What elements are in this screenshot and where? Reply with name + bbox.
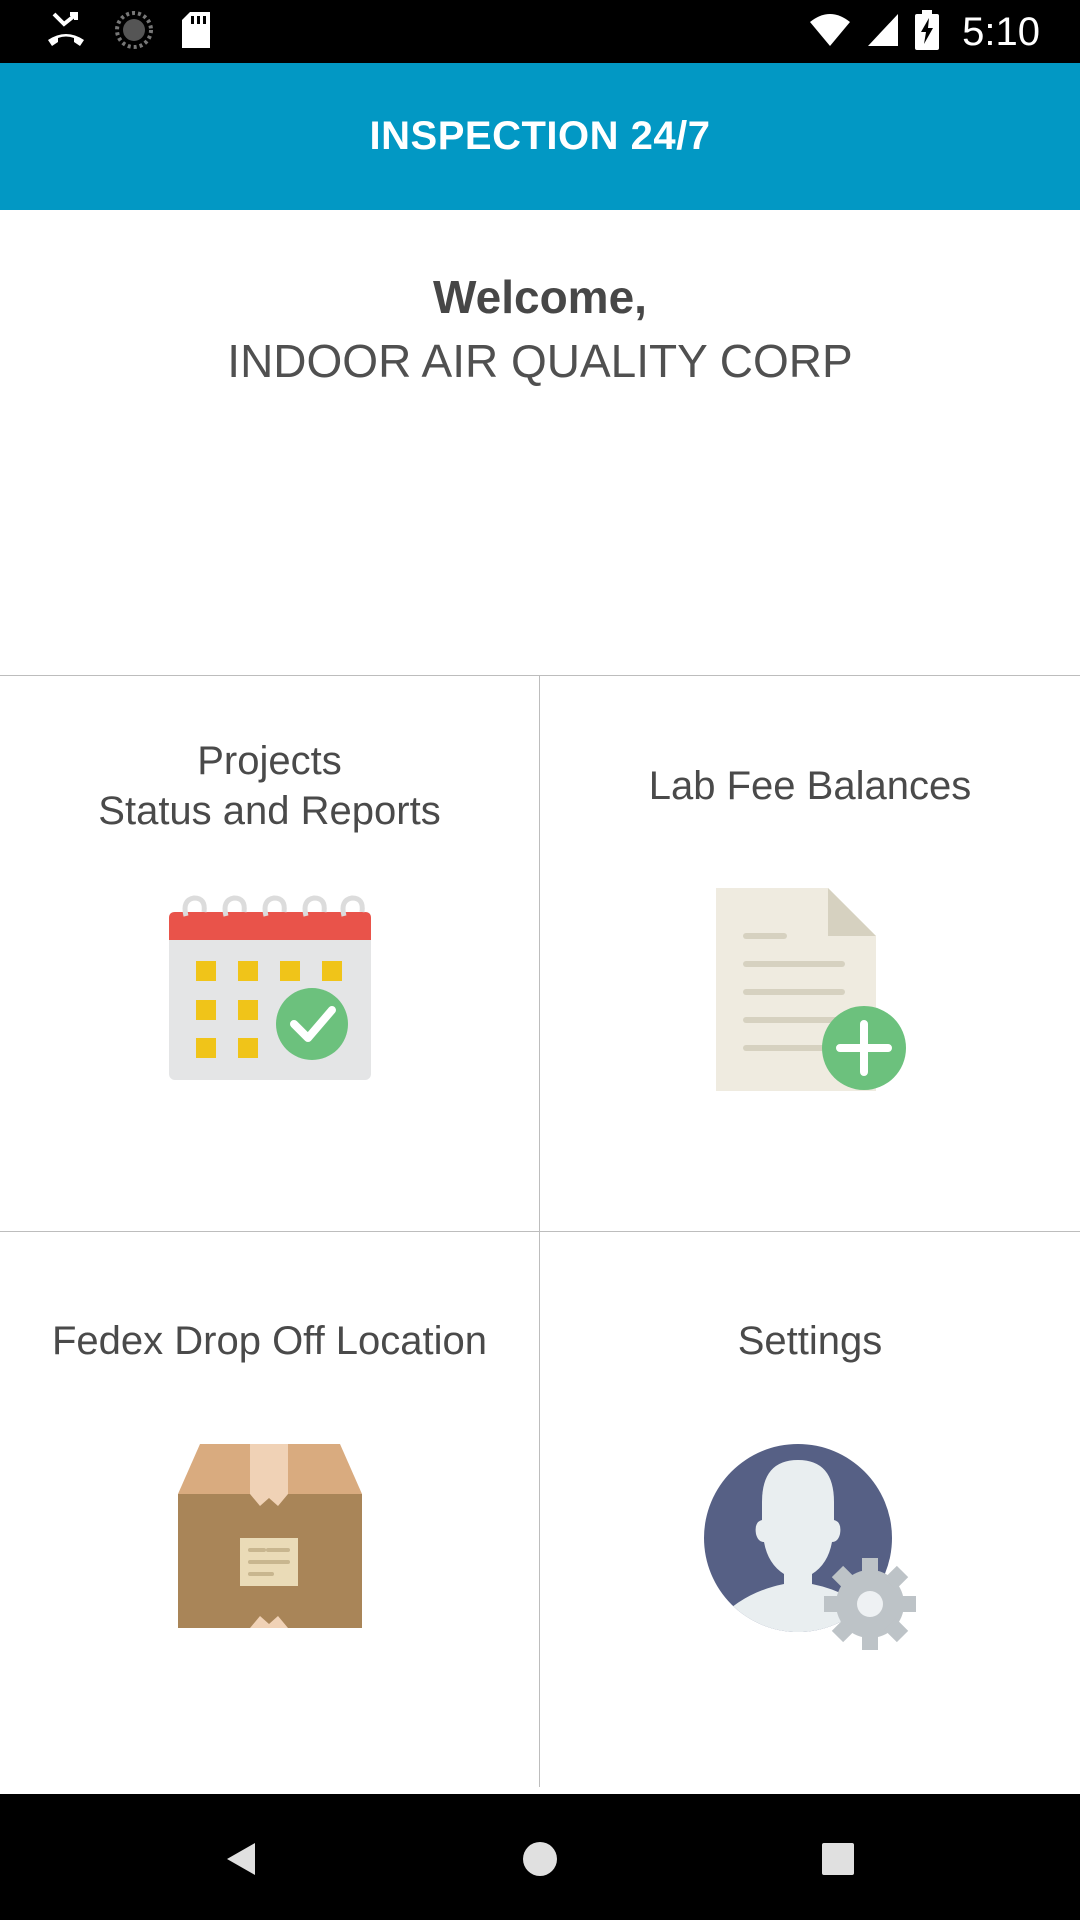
cell-signal-icon (866, 12, 900, 53)
projects-label-line2: Status and Reports (98, 789, 441, 833)
lab-fee-balances-tile[interactable]: Lab Fee Balances (540, 676, 1080, 1232)
user-settings-icon (702, 1442, 922, 1657)
lab-fee-balances-label: Lab Fee Balances (648, 764, 972, 808)
welcome-greeting: Welcome, (433, 271, 647, 323)
settings-label: Settings (737, 1319, 883, 1363)
settings-tile[interactable]: Settings (540, 1232, 1080, 1787)
loading-icon (114, 10, 154, 55)
app-bar: INSPECTION 24/7 (0, 63, 1080, 210)
package-box-icon (176, 1442, 366, 1637)
status-right: 5:10 (808, 8, 1040, 56)
missed-call-icon (44, 10, 88, 55)
status-time: 5:10 (962, 9, 1040, 54)
sd-card-icon (180, 10, 212, 55)
status-left (44, 10, 212, 54)
menu-grid: Projects Status and Reports Lab Fee Bala… (0, 675, 1080, 1795)
navigation-bar (0, 1794, 1080, 1920)
app-title: INSPECTION 24/7 (369, 114, 711, 158)
fedex-drop-off-label: Fedex Drop Off Location (51, 1319, 488, 1363)
welcome-company-name: INDOOR AIR QUALITY CORP (227, 335, 853, 387)
document-add-icon (714, 886, 914, 1101)
calendar-check-icon (166, 886, 374, 1089)
back-icon[interactable] (206, 1824, 276, 1894)
screen: 5:10 INSPECTION 24/7 Welcome, INDOOR AIR… (0, 0, 1080, 1920)
wifi-icon (808, 12, 852, 53)
projects-label-line1: Projects (197, 739, 342, 783)
status-bar: 5:10 (0, 0, 1080, 63)
projects-label: Projects Status and Reports (0, 736, 539, 836)
projects-tile[interactable]: Projects Status and Reports (0, 676, 540, 1232)
home-icon[interactable] (505, 1824, 575, 1894)
fedex-drop-off-tile[interactable]: Fedex Drop Off Location (0, 1232, 540, 1787)
welcome-section: Welcome, INDOOR AIR QUALITY CORP (0, 265, 1080, 393)
recents-icon[interactable] (803, 1824, 873, 1894)
battery-charging-icon (914, 9, 940, 55)
